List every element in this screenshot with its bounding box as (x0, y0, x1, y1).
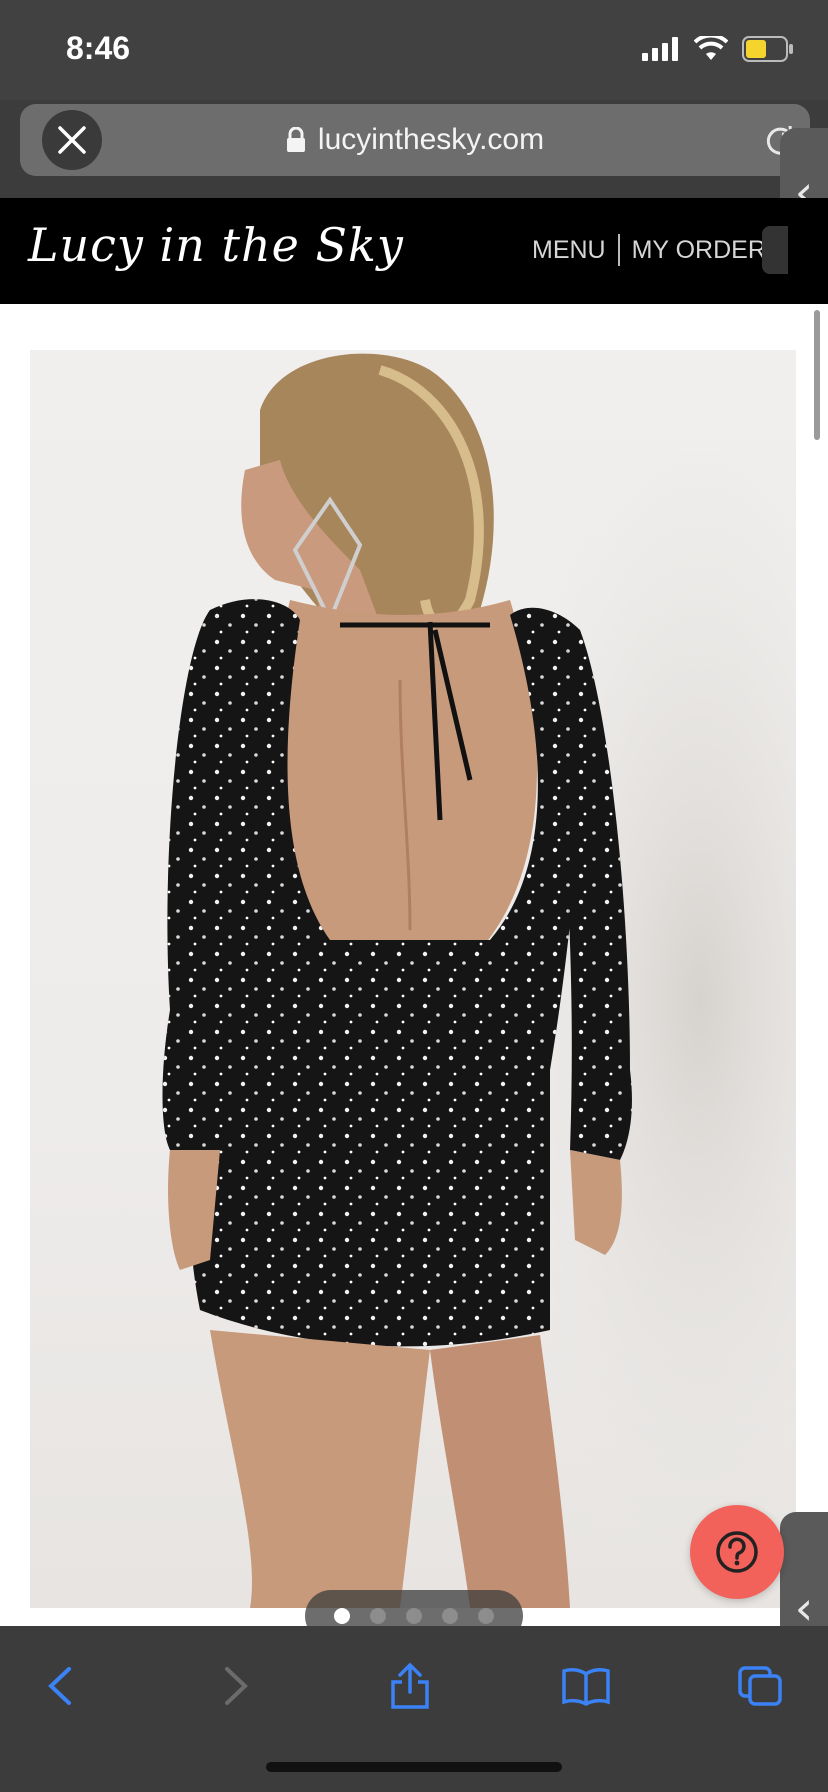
home-indicator (266, 1762, 562, 1772)
share-icon (391, 1662, 429, 1709)
share-button[interactable] (380, 1656, 440, 1716)
close-overlay-button[interactable] (42, 110, 102, 170)
battery-icon (742, 36, 793, 62)
status-icons (642, 36, 794, 62)
bookmarks-button[interactable] (556, 1656, 616, 1716)
pager-dot[interactable] (406, 1608, 422, 1624)
tabs-button[interactable] (730, 1656, 790, 1716)
tabs-icon (738, 1666, 782, 1706)
back-button[interactable] (30, 1656, 90, 1716)
question-mark-icon (716, 1531, 758, 1573)
chevron-right-icon (225, 1667, 248, 1705)
pager-dot[interactable] (442, 1608, 458, 1624)
status-time: 8:46 (66, 30, 131, 66)
cellular-signal-icon (642, 37, 678, 61)
menu-link[interactable]: MENU (532, 236, 606, 265)
close-icon (58, 126, 86, 154)
header-nav: MENU MY ORDER (532, 234, 766, 266)
chevron-left-icon (48, 1667, 71, 1705)
cart-tab[interactable] (762, 226, 788, 274)
url-text: lucyinthesky.com (317, 123, 545, 156)
scrollbar[interactable] (814, 310, 820, 440)
site-header: Lucy in the Sky MENU MY ORDER (0, 198, 828, 304)
lock-icon (286, 127, 305, 152)
product-image[interactable] (30, 350, 796, 1608)
help-button[interactable] (690, 1505, 784, 1599)
my-order-link[interactable]: MY ORDER (632, 236, 766, 265)
address-bar[interactable]: lucyinthesky.com (20, 104, 810, 176)
forward-button[interactable] (206, 1656, 266, 1716)
book-icon (562, 1668, 610, 1706)
brand-logo[interactable]: Lucy in the Sky (28, 218, 404, 272)
status-bar: 8:46 (0, 0, 828, 100)
product-photo-illustration (162, 353, 796, 1608)
pager-dot[interactable] (334, 1608, 350, 1624)
url-display[interactable]: lucyinthesky.com (20, 104, 810, 176)
pager-dot[interactable] (370, 1608, 386, 1624)
pager-dot[interactable] (478, 1608, 494, 1624)
nav-divider (617, 234, 620, 266)
wifi-icon (694, 36, 728, 60)
